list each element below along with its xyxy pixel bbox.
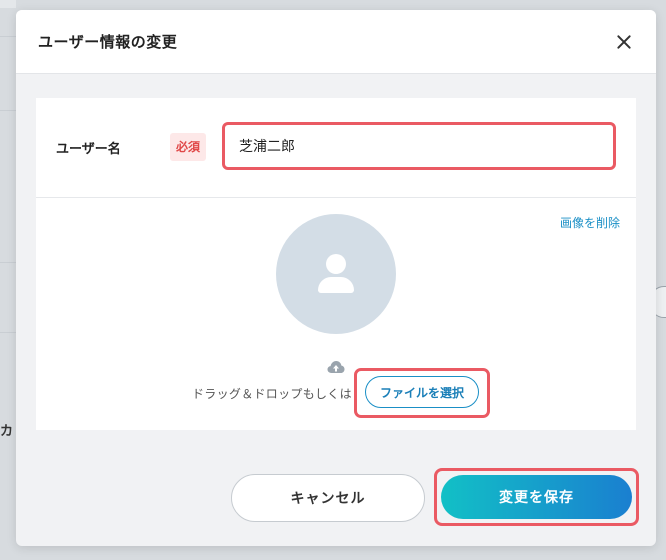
modal-header: ユーザー情報の変更 (16, 10, 656, 74)
user-placeholder-icon (326, 254, 346, 274)
select-file-button[interactable]: ファイルを選択 (365, 376, 479, 408)
background-divider (0, 262, 16, 263)
username-input[interactable] (237, 137, 601, 155)
background-divider (0, 332, 16, 333)
form-card: ユーザー名 必須 画像を削除 ドラッグ＆ドロップもしくは ファイルを選択 (36, 98, 636, 430)
username-field-highlight (222, 122, 616, 170)
username-row: ユーザー名 必須 (36, 98, 636, 198)
background-strip (0, 0, 16, 8)
user-placeholder-icon-body (318, 277, 354, 293)
username-label: ユーザー名 (56, 142, 121, 157)
close-icon[interactable] (612, 30, 636, 54)
background-divider (0, 110, 16, 111)
save-button-highlight: 変更を保存 (434, 468, 639, 526)
cancel-button[interactable]: キャンセル (231, 474, 425, 522)
background-label: カ (0, 424, 14, 439)
avatar (276, 214, 396, 334)
save-button[interactable]: 変更を保存 (441, 475, 632, 519)
image-upload-area[interactable]: 画像を削除 ドラッグ＆ドロップもしくは ファイルを選択 (36, 198, 636, 430)
edit-user-modal: ユーザー情報の変更 ユーザー名 必須 画像を削除 ドラッグ＆ドロップもしくは フ… (16, 10, 656, 546)
file-button-highlight: ファイルを選択 (354, 368, 490, 418)
background-divider (0, 36, 16, 37)
modal-title: ユーザー情報の変更 (38, 33, 178, 51)
cloud-upload-icon (327, 361, 345, 373)
required-badge: 必須 (170, 133, 207, 161)
drop-instruction: ドラッグ＆ドロップもしくは (192, 387, 352, 401)
delete-image-link[interactable]: 画像を削除 (560, 214, 620, 231)
